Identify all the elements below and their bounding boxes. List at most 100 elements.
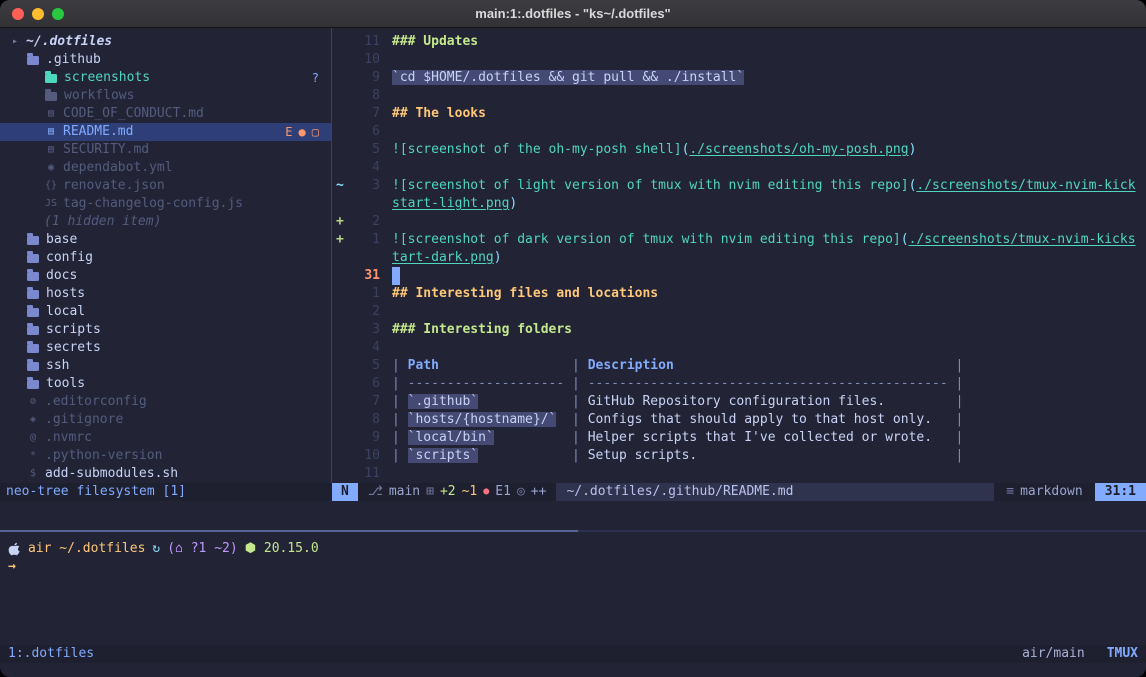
file-js-icon: JS (44, 195, 58, 213)
tmux-window-item[interactable]: 1:.dotfiles (8, 645, 94, 663)
folder-icon (45, 74, 57, 83)
text-token: ### Updates (392, 34, 478, 49)
editor-line[interactable]: 4 (332, 339, 1146, 357)
expander-icon: ▸ (8, 33, 22, 51)
tree-item-tools[interactable]: tools (0, 375, 331, 393)
editor-line-text: ![screenshot of dark version of tmux wit… (380, 231, 1136, 249)
zoom-button[interactable] (52, 8, 64, 20)
gutter-sign (332, 105, 350, 123)
editor-line[interactable]: 31 (332, 267, 1146, 285)
text-token (478, 394, 572, 409)
tree-item-readme.md[interactable]: ▤README.mdE●▢ (0, 123, 331, 141)
tree-item-local[interactable]: local (0, 303, 331, 321)
tree-item--.dotfiles[interactable]: ▸~/.dotfiles (0, 33, 331, 51)
editor-line-text: ## The looks (380, 105, 486, 123)
minimize-button[interactable] (32, 8, 44, 20)
neotree-statusline[interactable]: neo-tree filesystem [1] (0, 483, 332, 501)
updates-count: ++ (531, 483, 547, 501)
editor-line[interactable]: 11### Updates (332, 33, 1146, 51)
text-token: ) (509, 196, 517, 211)
prompt-node-version: ⬢ 20.15.0 (245, 540, 319, 558)
editor-line[interactable]: 9| `local/bin` | Helper scripts that I'v… (332, 429, 1146, 447)
tree-item-scripts[interactable]: scripts (0, 321, 331, 339)
neo-tree-panel[interactable]: ▸~/.dotfiles.githubscreenshots?workflows… (0, 28, 331, 483)
editor-line[interactable]: 6| -------------------- | --------------… (332, 375, 1146, 393)
editor-line[interactable]: 7## The looks (332, 105, 1146, 123)
tree-item-ssh[interactable]: ssh (0, 357, 331, 375)
text-token: | (956, 394, 964, 409)
editor-line[interactable]: 5![screenshot of the oh-my-posh shell](.… (332, 141, 1146, 159)
tree-item-label: ~/.dotfiles (26, 33, 112, 51)
tree-item-.editorconfig[interactable]: ⚙.editorconfig (0, 393, 331, 411)
tree-item-add-submodules.sh[interactable]: $add-submodules.sh (0, 465, 331, 483)
editor-line[interactable]: tart-dark.png) (332, 249, 1146, 267)
gutter-sign (332, 429, 350, 447)
tree-item-label: tools (46, 375, 85, 393)
tree-item-label: .gitignore (45, 411, 123, 429)
bottom-padding (0, 663, 1146, 677)
editor-line[interactable]: +2 (332, 213, 1146, 231)
filetype-label: markdown (1020, 483, 1083, 501)
tree-item-config[interactable]: config (0, 249, 331, 267)
line-number: 7 (350, 393, 380, 411)
text-token: Configs that should apply to that host o… (588, 412, 932, 427)
tree-item-dependabot.yml[interactable]: ◉dependabot.yml (0, 159, 331, 177)
editor-line-text: ![screenshot of the oh-my-posh shell](./… (380, 141, 916, 159)
tree-item--1-hidden-item-[interactable]: (1 hidden item) (0, 213, 331, 231)
text-token: | (956, 358, 964, 373)
editor-line[interactable]: 8 (332, 87, 1146, 105)
markdown-icon: ≡ (1006, 483, 1014, 501)
text-token: | (956, 376, 964, 391)
editor-line-text: `cd $HOME/.dotfiles && git pull && ./ins… (380, 69, 744, 87)
line-number: 31 (350, 267, 380, 285)
tree-item-base[interactable]: base (0, 231, 331, 249)
editor-line-text (380, 339, 392, 357)
editor-line[interactable]: ~3![screenshot of light version of tmux … (332, 177, 1146, 195)
line-number: 4 (350, 159, 380, 177)
tree-item-.nvmrc[interactable]: @.nvmrc (0, 429, 331, 447)
tree-item-.python-version[interactable]: *.python-version (0, 447, 331, 465)
terminal-content: ▸~/.dotfiles.githubscreenshots?workflows… (0, 28, 1146, 677)
tree-item-docs[interactable]: docs (0, 267, 331, 285)
tree-item-secrets[interactable]: secrets (0, 339, 331, 357)
shell-prompt: air ~/.dotfiles ↻ (⌂ ?1 ~2) ⬢ 20.15.0 (8, 540, 1146, 558)
editor-line[interactable]: 9`cd $HOME/.dotfiles && git pull && ./in… (332, 69, 1146, 87)
text-token: | (572, 358, 588, 373)
tree-item-renovate.json[interactable]: {}renovate.json (0, 177, 331, 195)
editor-line[interactable]: 5| Path | Description | (332, 357, 1146, 375)
editor-line[interactable]: 10| `scripts` | Setup scripts. | (332, 447, 1146, 465)
editor-line[interactable]: 3### Interesting folders (332, 321, 1146, 339)
cursor-position: 31:1 (1095, 483, 1146, 501)
editor-line[interactable]: start-light.png) (332, 195, 1146, 213)
tree-item-.gitignore[interactable]: ◈.gitignore (0, 411, 331, 429)
tree-item-.github[interactable]: .github (0, 51, 331, 69)
shell-pane[interactable]: air ~/.dotfiles ↻ (⌂ ?1 ~2) ⬢ 20.15.0 → (0, 532, 1146, 645)
close-button[interactable] (12, 8, 24, 20)
editor-line[interactable]: 10 (332, 51, 1146, 69)
editor-pane[interactable]: 11### Updates109`cd $HOME/.dotfiles && g… (332, 28, 1146, 483)
text-token: ## Interesting files and locations (392, 286, 658, 301)
tree-item-hosts[interactable]: hosts (0, 285, 331, 303)
line-number: 2 (350, 213, 380, 231)
editor-line[interactable]: 7| `.github` | GitHub Repository configu… (332, 393, 1146, 411)
updates-icon: ◎ (517, 483, 525, 501)
tree-item-tag-changelog-config.js[interactable]: JStag-changelog-config.js (0, 195, 331, 213)
filetype-indicator: ≡ markdown (994, 483, 1094, 501)
editor-line[interactable]: 1## Interesting files and locations (332, 285, 1146, 303)
tree-item-screenshots[interactable]: screenshots? (0, 69, 331, 87)
editor-line[interactable]: 4 (332, 159, 1146, 177)
editor-line[interactable]: 2 (332, 303, 1146, 321)
tree-item-label: README.md (63, 123, 133, 141)
tree-item-workflows[interactable]: workflows (0, 87, 331, 105)
line-number: 11 (350, 465, 380, 483)
tree-item-security.md[interactable]: ▤SECURITY.md (0, 141, 331, 159)
text-token: GitHub Repository configuration files. (588, 394, 885, 409)
editor-line[interactable]: +1![screenshot of dark version of tmux w… (332, 231, 1146, 249)
editor-line[interactable]: 8| `hosts/{hostname}/` | Configs that sh… (332, 411, 1146, 429)
text-token: | (392, 376, 408, 391)
gutter-sign (332, 141, 350, 159)
editor-line[interactable]: 6 (332, 123, 1146, 141)
editor-line[interactable]: 11 (332, 465, 1146, 483)
tree-item-label: secrets (46, 339, 101, 357)
tree-item-code-of-conduct.md[interactable]: ▤CODE_OF_CONDUCT.md (0, 105, 331, 123)
